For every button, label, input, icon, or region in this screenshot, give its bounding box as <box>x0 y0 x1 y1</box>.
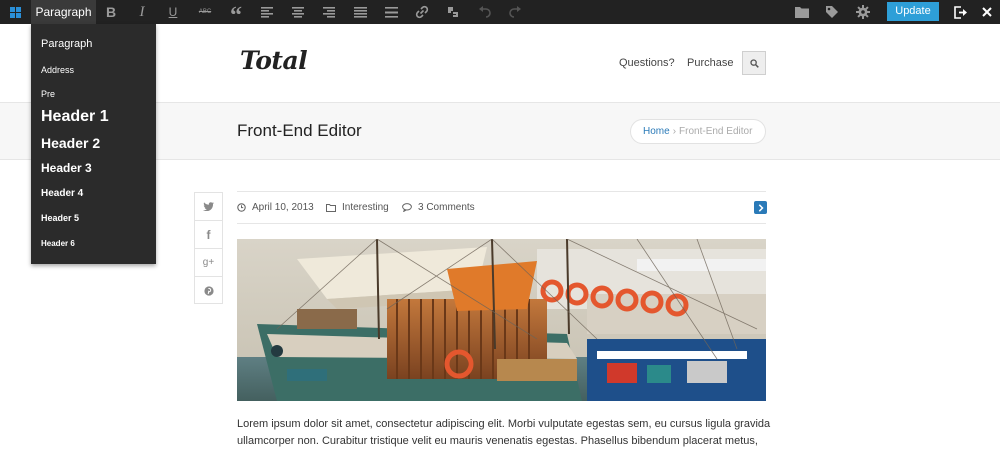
post-date-text: April 10, 2013 <box>252 202 314 213</box>
post-comments: 3 Comments <box>402 202 475 213</box>
search-button[interactable] <box>742 51 766 75</box>
link-icon[interactable] <box>409 0 435 24</box>
align-right-icon[interactable] <box>316 0 342 24</box>
facebook-icon[interactable]: f <box>195 221 222 249</box>
folder-icon[interactable] <box>789 0 815 24</box>
featured-image[interactable] <box>237 239 766 401</box>
google-plus-icon[interactable]: g+ <box>195 249 222 277</box>
gear-icon[interactable] <box>850 0 876 24</box>
post-excerpt: Lorem ipsum dolor sit amet, consectetur … <box>237 416 777 450</box>
format-option-header-3[interactable]: Header 3 <box>41 161 92 175</box>
format-option-address[interactable]: Address <box>41 65 74 75</box>
align-left-icon[interactable] <box>254 0 280 24</box>
social-share-bar: f g+ <box>194 192 223 304</box>
editor-toolbar: Paragraph B I U ABC “ Update <box>0 0 1000 28</box>
pinterest-icon[interactable] <box>195 277 222 305</box>
italic-icon[interactable]: I <box>129 0 155 24</box>
redo-icon[interactable] <box>502 0 528 24</box>
format-option-header-5[interactable]: Header 5 <box>41 213 79 223</box>
meta-divider-bottom <box>237 223 766 224</box>
align-center-icon[interactable] <box>285 0 311 24</box>
next-post-button[interactable] <box>754 201 767 214</box>
nav-purchase[interactable]: Purchase <box>687 57 733 69</box>
align-justify-icon[interactable] <box>347 0 373 24</box>
strikethrough-icon[interactable]: ABC <box>192 0 218 24</box>
comment-icon <box>402 203 412 212</box>
format-dropdown-menu: Paragraph Address Pre Header 1 Header 2 … <box>31 24 156 264</box>
folder-icon <box>326 203 336 212</box>
update-button[interactable]: Update <box>887 2 939 21</box>
breadcrumb-separator: › <box>672 126 677 137</box>
breadcrumb-current: Front-End Editor <box>679 126 753 137</box>
format-option-paragraph[interactable]: Paragraph <box>41 38 92 50</box>
grid-icon[interactable] <box>0 0 31 24</box>
search-icon <box>749 58 759 68</box>
chevron-right-icon <box>758 203 764 212</box>
horizontal-rule-icon[interactable] <box>378 0 404 24</box>
format-option-pre[interactable]: Pre <box>41 89 55 99</box>
post-date: April 10, 2013 <box>237 202 314 213</box>
breadcrumb-home-link[interactable]: Home <box>643 126 670 137</box>
post-excerpt-line: ullamcorper non. Curabitur tristique vel… <box>237 435 758 447</box>
format-option-header-6[interactable]: Header 6 <box>41 239 75 248</box>
meta-divider-top <box>237 191 766 192</box>
undo-icon[interactable] <box>471 0 497 24</box>
underline-icon[interactable]: U <box>160 0 186 24</box>
format-select[interactable]: Paragraph <box>31 0 96 24</box>
twitter-icon[interactable] <box>195 193 222 221</box>
format-option-header-4[interactable]: Header 4 <box>41 188 83 199</box>
exit-icon[interactable] <box>948 0 974 24</box>
nav-questions[interactable]: Questions? <box>619 57 675 69</box>
bold-icon[interactable]: B <box>98 0 124 24</box>
format-option-header-2[interactable]: Header 2 <box>41 135 100 151</box>
post-category: Interesting <box>326 202 389 213</box>
quote-icon[interactable]: “ <box>223 0 249 28</box>
post-comments-link[interactable]: 3 Comments <box>418 202 475 213</box>
tag-icon[interactable] <box>819 0 845 24</box>
site-logo[interactable]: Total <box>240 46 308 75</box>
post-excerpt-line: Lorem ipsum dolor sit amet, consectetur … <box>237 418 771 430</box>
close-icon[interactable] <box>974 0 1000 24</box>
unlink-icon[interactable] <box>440 0 466 24</box>
clock-icon <box>237 203 246 212</box>
format-option-header-1[interactable]: Header 1 <box>41 108 109 126</box>
breadcrumb: Home › Front-End Editor <box>630 119 766 144</box>
page-title: Front-End Editor <box>237 121 362 140</box>
post-category-link[interactable]: Interesting <box>342 202 389 213</box>
